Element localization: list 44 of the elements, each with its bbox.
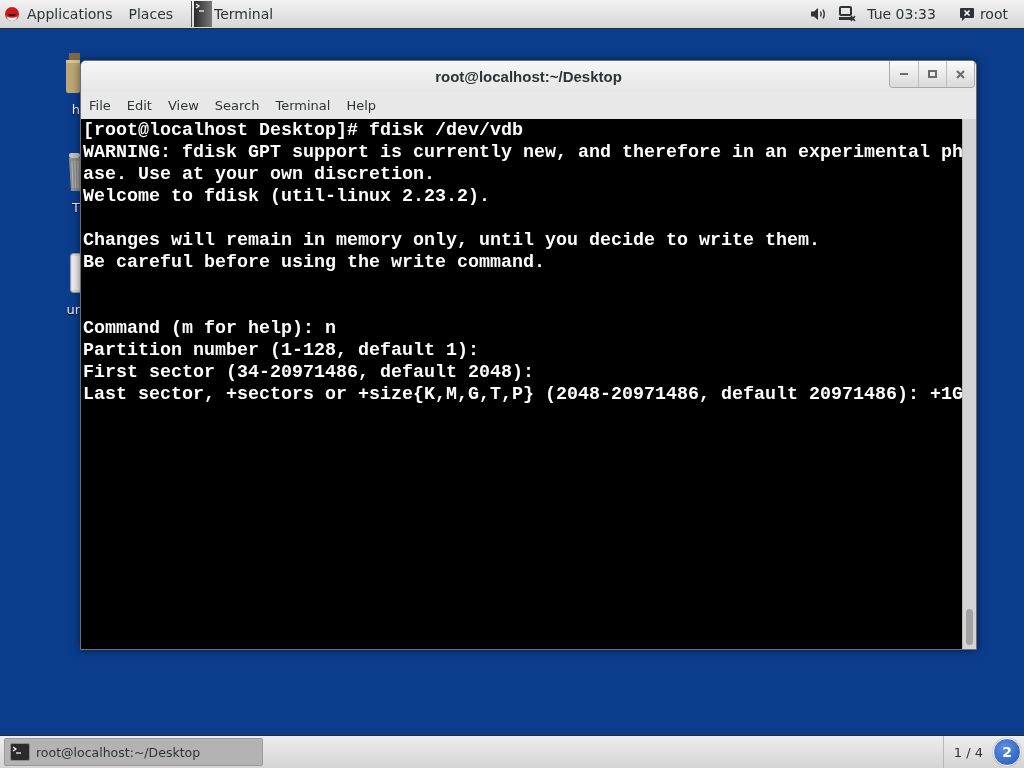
notification-count[interactable]: 2 bbox=[993, 738, 1021, 766]
terminal-line: [root@localhost Desktop]# fdisk /dev/vdb bbox=[83, 120, 524, 142]
window-title: root@localhost:~/Desktop bbox=[435, 68, 622, 85]
terminal-line: Welcome to fdisk (util-linux 2.23.2). bbox=[83, 186, 491, 208]
terminal-line: Command (m for help): n bbox=[83, 318, 337, 340]
terminal-line: Changes will remain in memory only, until you decide to write them. bbox=[83, 230, 821, 252]
clock[interactable]: Tue 03:33 bbox=[867, 6, 936, 22]
desktop-icon-label: h bbox=[71, 103, 80, 117]
trash-icon[interactable] bbox=[69, 153, 80, 191]
menu-item[interactable]: Help bbox=[338, 98, 385, 113]
maximize-button[interactable] bbox=[918, 61, 946, 87]
terminal-line: Partition number (1-128, default 1): bbox=[83, 340, 480, 362]
desktop-icon-label: ur bbox=[66, 303, 80, 317]
panel-menu[interactable]: Places bbox=[120, 4, 182, 24]
menu-item[interactable]: Edit bbox=[118, 98, 160, 113]
terminal-line: ase. Use at your own discretion. bbox=[83, 164, 436, 186]
speaker-icon[interactable] bbox=[811, 7, 828, 21]
user-menu[interactable]: root bbox=[979, 6, 1008, 22]
terminal-line: Last sector, +sectors or +size{K,M,G,T,P} (2048-20971486, default 20971486): +1G bbox=[83, 384, 962, 406]
menu-item[interactable]: View bbox=[159, 98, 207, 113]
folder-icon[interactable] bbox=[66, 53, 80, 93]
menu-item[interactable]: Search bbox=[206, 98, 268, 113]
terminal-icon[interactable] bbox=[194, 1, 213, 27]
minimize-icon bbox=[900, 73, 908, 75]
minimize-button[interactable] bbox=[890, 61, 918, 87]
taskbar-task[interactable]: root@localhost:~/Desktop bbox=[4, 738, 263, 766]
menu-item[interactable]: Terminal bbox=[267, 98, 339, 113]
terminal-icon bbox=[10, 743, 30, 761]
terminal-line: Be careful before using the write command. bbox=[83, 252, 546, 274]
panel-menu[interactable]: Applications bbox=[19, 4, 121, 24]
desktop-icon-label: T bbox=[72, 201, 80, 215]
terminal-line: First sector (34-20971486, default 2048): bbox=[83, 362, 535, 384]
active-app-menu[interactable]: Terminal bbox=[214, 6, 274, 22]
user-status-icon[interactable] bbox=[959, 7, 974, 21]
scrollbar[interactable] bbox=[962, 119, 976, 649]
maximize-icon bbox=[928, 70, 937, 78]
menu-item[interactable]: File bbox=[81, 98, 119, 113]
scrollbar-thumb[interactable] bbox=[966, 609, 973, 645]
terminal-line: WARNING: fdisk GPT support is currently new, and therefore in an experimental ph bbox=[83, 142, 962, 164]
workspace-indicator[interactable]: 1 / 4 bbox=[942, 736, 993, 768]
close-icon bbox=[956, 69, 965, 79]
network-icon[interactable] bbox=[839, 6, 857, 22]
hat-logo-icon bbox=[5, 7, 19, 21]
close-button[interactable] bbox=[946, 61, 974, 87]
